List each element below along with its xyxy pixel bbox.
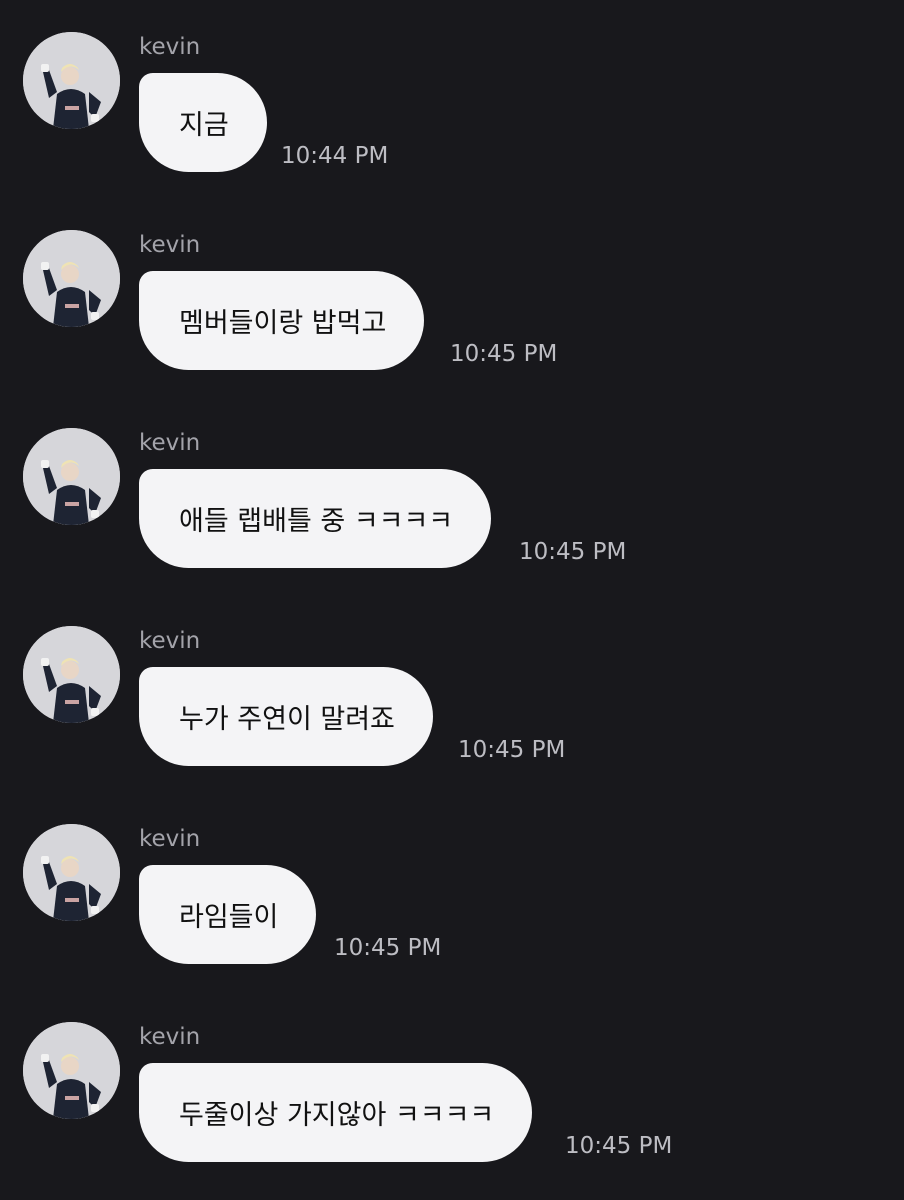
message-timestamp: 10:45 PM: [334, 935, 442, 961]
message-timestamp: 10:45 PM: [519, 539, 627, 565]
message-timestamp: 10:45 PM: [458, 737, 566, 763]
message-timestamp: 10:44 PM: [281, 143, 389, 169]
avatar[interactable]: [23, 428, 120, 525]
sender-name: kevin: [139, 826, 201, 852]
message-bubble[interactable]: 라임들이: [139, 865, 317, 964]
profile-photo-icon: [23, 824, 120, 921]
sender-name: kevin: [139, 1024, 201, 1050]
chat-message-list: kevin 지금 10:44 PM kevin 멤버들이랑 밥먹고 10:45 …: [0, 0, 904, 1200]
message-bubble[interactable]: 멤버들이랑 밥먹고: [139, 271, 425, 370]
message-row: kevin 지금 10:44 PM: [0, 0, 904, 172]
avatar[interactable]: [23, 626, 120, 723]
message-bubble[interactable]: 애들 랩배틀 중 ㅋㅋㅋㅋ: [139, 469, 492, 568]
profile-photo-icon: [23, 1022, 120, 1119]
sender-name: kevin: [139, 628, 201, 654]
profile-photo-icon: [23, 428, 120, 525]
avatar[interactable]: [23, 824, 120, 921]
message-row: kevin 애들 랩배틀 중 ㅋㅋㅋㅋ 10:45 PM: [0, 396, 904, 568]
avatar[interactable]: [23, 32, 120, 129]
message-row: kevin 라임들이 10:45 PM: [0, 792, 904, 964]
profile-photo-icon: [23, 32, 120, 129]
message-timestamp: 10:45 PM: [450, 341, 558, 367]
message-timestamp: 10:45 PM: [565, 1133, 673, 1159]
avatar[interactable]: [23, 1022, 120, 1119]
sender-name: kevin: [139, 232, 201, 258]
message-row: kevin 두줄이상 가지않아 ㅋㅋㅋㅋ 10:45 PM: [0, 990, 904, 1162]
message-bubble[interactable]: 지금: [139, 73, 267, 172]
message-bubble[interactable]: 누가 주연이 말려죠: [139, 667, 433, 766]
sender-name: kevin: [139, 34, 201, 60]
sender-name: kevin: [139, 430, 201, 456]
avatar[interactable]: [23, 230, 120, 327]
message-row: kevin 멤버들이랑 밥먹고 10:45 PM: [0, 198, 904, 370]
profile-photo-icon: [23, 626, 120, 723]
message-bubble[interactable]: 두줄이상 가지않아 ㅋㅋㅋㅋ: [139, 1063, 533, 1162]
message-row: kevin 누가 주연이 말려죠 10:45 PM: [0, 594, 904, 766]
profile-photo-icon: [23, 230, 120, 327]
